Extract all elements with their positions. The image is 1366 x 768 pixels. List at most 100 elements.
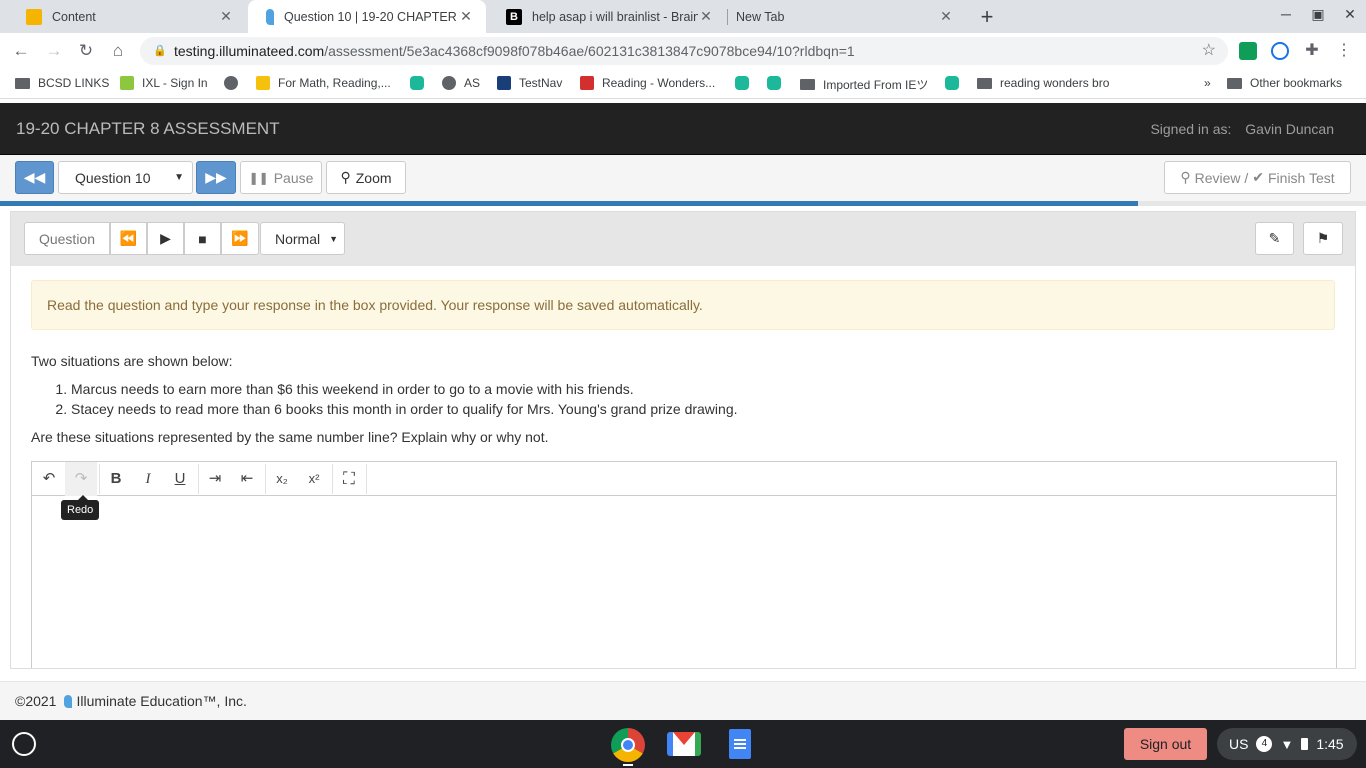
- wifi-icon: ▼: [1280, 736, 1294, 752]
- bookmark-globe[interactable]: [224, 76, 246, 90]
- bookmark-testnav[interactable]: TestNav: [497, 76, 562, 90]
- question-prompt: Are these situations represented by the …: [31, 429, 549, 445]
- folder-icon: [800, 79, 815, 90]
- pause-button[interactable]: ❚❚ Pause: [240, 161, 322, 194]
- bold-icon[interactable]: B: [100, 462, 132, 496]
- app-header: 19-20 CHAPTER 8 ASSESSMENT Signed in as:…: [0, 103, 1366, 155]
- testnav-icon: [497, 76, 511, 90]
- speed-select[interactable]: Normal ▼: [260, 222, 345, 255]
- pause-label: Pause: [273, 169, 314, 186]
- kebab-menu-icon[interactable]: ⋮: [1335, 42, 1353, 60]
- rewind-icon[interactable]: ⏪: [110, 222, 147, 255]
- progress-track: [0, 201, 1366, 206]
- tab-new-tab[interactable]: New Tab ✕: [728, 0, 966, 33]
- puzzle-extensions-icon[interactable]: ✚: [1303, 42, 1321, 60]
- shield-extension-icon[interactable]: [1271, 42, 1289, 60]
- pencil-favicon-icon: [26, 8, 42, 25]
- globe-icon: [224, 76, 238, 90]
- url-host: testing.illuminateed.com: [174, 43, 325, 59]
- bookmark-star-icon[interactable]: ☆: [1202, 37, 1216, 65]
- close-tab-icon[interactable]: ✕: [698, 8, 714, 25]
- italic-icon[interactable]: I: [132, 462, 164, 496]
- tab-question[interactable]: Question 10 | 19-20 CHAPTER 8 ✕: [248, 0, 486, 33]
- subscript-icon[interactable]: x₂: [266, 462, 298, 496]
- bookmark-other[interactable]: Other bookmarks: [1227, 76, 1342, 90]
- bookmark-hex-2[interactable]: [735, 76, 757, 90]
- classroom-extension-icon[interactable]: [1239, 42, 1257, 60]
- back-arrow-icon[interactable]: ←: [9, 39, 33, 63]
- illuminate-favicon-icon: [266, 8, 274, 25]
- notes-edit-icon[interactable]: ✎: [1255, 222, 1294, 255]
- indent-icon[interactable]: ⇥: [199, 462, 231, 496]
- bookmark-hex-3[interactable]: [767, 76, 789, 90]
- flag-icon[interactable]: ⚑: [1303, 222, 1343, 255]
- question-select[interactable]: Question 10 ▼: [58, 161, 193, 194]
- gmail-app-icon[interactable]: [667, 732, 701, 756]
- globe-icon: [442, 76, 456, 90]
- hex-icon: [767, 76, 781, 90]
- sign-out-button[interactable]: Sign out: [1124, 728, 1207, 760]
- new-tab-plus-icon[interactable]: +: [976, 4, 998, 30]
- tab-content[interactable]: Content ✕: [8, 0, 246, 33]
- reload-icon[interactable]: ↻: [74, 39, 98, 63]
- stop-icon[interactable]: ■: [184, 222, 221, 255]
- next-question-button[interactable]: ▶▶: [196, 161, 236, 194]
- minimize-icon[interactable]: ─: [1276, 6, 1296, 22]
- previous-question-button[interactable]: ◀◀: [15, 161, 54, 194]
- close-tab-icon[interactable]: ✕: [218, 8, 234, 25]
- home-icon[interactable]: ⌂: [106, 39, 130, 63]
- select-caret-icon: ▼: [174, 172, 184, 183]
- bookmark-label: Imported From IEツ: [823, 78, 929, 92]
- tab-brainly[interactable]: B help asap i will brainlist - Brainly ✕: [488, 0, 726, 33]
- superscript-icon[interactable]: x²: [298, 462, 330, 496]
- outdent-icon[interactable]: ⇤: [231, 462, 263, 496]
- question-text: Two situations are shown below: Marcus n…: [31, 353, 1331, 445]
- response-textarea[interactable]: [32, 497, 1336, 668]
- editor-toolbar: ↶ ↷ B I U ⇥ ⇤ x₂ x² ⛶: [32, 462, 1336, 496]
- chrome-app-icon[interactable]: [611, 728, 645, 762]
- assessment-nav: ◀◀ Question 10 ▼ ▶▶ ❚❚ Pause ⚲ Zoom ⚲ Review…: [0, 155, 1366, 201]
- folder-icon: [977, 77, 992, 89]
- docs-app-icon[interactable]: [729, 729, 751, 759]
- close-window-icon[interactable]: ✕: [1340, 6, 1360, 23]
- ixl-icon: [120, 76, 134, 90]
- status-tray[interactable]: US 4 ▼ 1:45: [1217, 728, 1357, 760]
- lock-icon: 🔒: [153, 45, 167, 57]
- restore-icon[interactable]: ▣: [1308, 6, 1328, 23]
- bookmark-as[interactable]: AS: [442, 76, 480, 90]
- tab-title: New Tab: [736, 9, 785, 24]
- bookmark-label: For Math, Reading,...: [278, 76, 391, 90]
- signed-in-label: Signed in as:: [1150, 121, 1232, 137]
- bookmark-math-reading[interactable]: For Math, Reading,...: [256, 76, 391, 90]
- bookmarks-bar: BCSD LINKS IXL - Sign In For Math, Readi…: [0, 69, 1366, 99]
- play-icon[interactable]: ▶: [147, 222, 184, 255]
- zoom-button[interactable]: ⚲ Zoom: [326, 161, 406, 194]
- copyright-year: ©2021: [15, 693, 57, 709]
- underline-icon[interactable]: U: [164, 462, 196, 496]
- review-finish-button[interactable]: ⚲ Review / ✔ Finish Test: [1164, 161, 1351, 194]
- close-tab-icon[interactable]: ✕: [938, 8, 954, 25]
- select-caret-icon: ▼: [329, 233, 338, 244]
- progress-bar: [0, 201, 1138, 206]
- undo-icon[interactable]: ↶: [33, 462, 65, 496]
- question-label-button[interactable]: Question: [24, 222, 110, 255]
- launcher-icon[interactable]: [12, 732, 36, 756]
- user-name[interactable]: Gavin Duncan: [1245, 121, 1334, 137]
- bookmark-imported[interactable]: Imported From IEツ: [800, 76, 928, 93]
- bookmark-hex-4[interactable]: [945, 76, 967, 90]
- fullscreen-icon[interactable]: ⛶: [333, 462, 365, 496]
- address-bar[interactable]: 🔒 testing.illuminateed.com/assessment/5e…: [140, 37, 1228, 65]
- close-tab-icon[interactable]: ✕: [458, 8, 474, 25]
- question-intro: Two situations are shown below:: [31, 353, 233, 369]
- fast-forward-icon[interactable]: ⏩: [221, 222, 259, 255]
- more-bookmarks-chevron-icon[interactable]: »: [1204, 76, 1211, 90]
- bookmark-reading-wonders-bro[interactable]: reading wonders bro: [977, 76, 1109, 90]
- bookmark-hex-1[interactable]: [410, 76, 432, 90]
- bookmark-ixl[interactable]: IXL - Sign In: [120, 76, 208, 90]
- clock-time: 1:45: [1316, 736, 1344, 752]
- bookmark-bcsd-links[interactable]: BCSD LINKS: [15, 76, 109, 90]
- redo-icon[interactable]: ↷: [65, 462, 97, 496]
- bookmark-reading-wonders[interactable]: Reading - Wonders...: [580, 76, 715, 90]
- signed-in-info: Signed in as: Gavin Duncan: [1150, 121, 1334, 137]
- forward-arrow-icon[interactable]: →: [42, 39, 66, 63]
